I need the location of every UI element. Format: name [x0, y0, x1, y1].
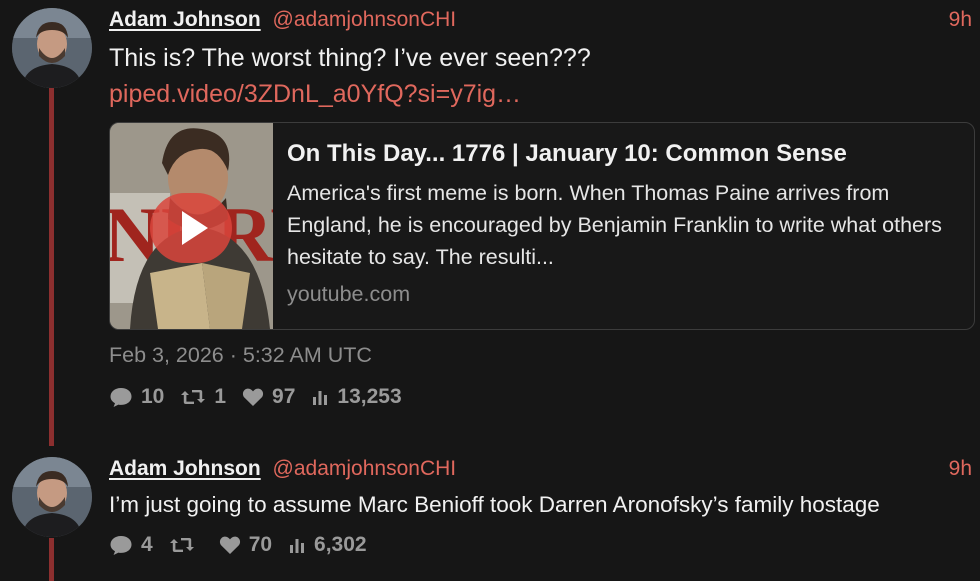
tweet-header: Adam Johnson @adamjohnsonCHI 9h — [109, 455, 972, 483]
thread-line — [49, 88, 54, 446]
reply-stat[interactable]: 10 — [109, 385, 164, 409]
tweet-header: Adam Johnson @adamjohnsonCHI 9h — [109, 6, 972, 34]
reply-stat[interactable]: 4 — [109, 533, 153, 557]
avatar[interactable] — [12, 457, 92, 537]
tweet-stats: 10 1 97 13,253 — [109, 382, 972, 412]
retweet-icon — [181, 390, 206, 404]
like-count: 70 — [248, 533, 273, 556]
timeline: Adam Johnson @adamjohnsonCHI 9h This is?… — [0, 0, 980, 581]
fullname[interactable]: Adam Johnson — [109, 8, 261, 31]
views-icon — [290, 539, 305, 553]
card-text: On This Day... 1776 | January 10: Common… — [287, 137, 962, 309]
tweet-date[interactable]: Feb 3, 2026 · 5:32 AM UTC — [109, 340, 972, 370]
comment-icon — [110, 536, 132, 555]
fullname[interactable]: Adam Johnson — [109, 457, 261, 480]
tweet-time[interactable]: 9h — [949, 6, 972, 34]
reply-count: 10 — [141, 385, 165, 408]
views-icon — [313, 391, 328, 405]
heart-icon — [242, 388, 264, 406]
views-count: 13,253 — [337, 385, 402, 408]
tweet-link[interactable]: piped.video/3ZDnL_a0YfQ?si=y7ig… — [109, 76, 972, 112]
thread-line — [49, 538, 54, 581]
retweet-icon — [169, 538, 194, 552]
like-stat[interactable]: 97 — [242, 385, 295, 409]
tweet-content: Adam Johnson @adamjohnsonCHI 9h I’m just… — [109, 455, 972, 560]
tweet-stats: 4 70 6,302 — [109, 530, 972, 560]
card-title[interactable]: On This Day... 1776 | January 10: Common… — [287, 137, 962, 171]
retweet-stat[interactable] — [169, 535, 203, 555]
card-description: America's first meme is born. When Thoma… — [287, 181, 942, 269]
retweet-stat[interactable]: 1 — [180, 385, 226, 409]
comment-icon — [110, 388, 132, 407]
reply-count: 4 — [141, 533, 153, 556]
link-card[interactable]: NURY On This Day. — [109, 122, 975, 330]
tweet-content: Adam Johnson @adamjohnsonCHI 9h This is?… — [109, 6, 975, 412]
handle[interactable]: @adamjohnsonCHI — [273, 8, 457, 31]
like-count: 97 — [272, 385, 296, 408]
avatar[interactable] — [12, 8, 92, 88]
retweet-count: 1 — [214, 385, 227, 408]
tweet-text: This is? The worst thing? I’ve ever seen… — [109, 44, 591, 72]
views-stat[interactable]: 13,253 — [311, 385, 402, 409]
views-count: 6,302 — [314, 533, 367, 556]
handle[interactable]: @adamjohnsonCHI — [273, 457, 457, 480]
heart-icon — [219, 536, 240, 554]
play-icon[interactable] — [148, 191, 234, 265]
views-stat[interactable]: 6,302 — [288, 533, 367, 557]
like-stat[interactable]: 70 — [219, 533, 272, 557]
tweet-time[interactable]: 9h — [949, 455, 972, 483]
card-domain: youtube.com — [287, 282, 411, 306]
tweet-text: I’m just going to assume Marc Benioff to… — [109, 492, 880, 517]
